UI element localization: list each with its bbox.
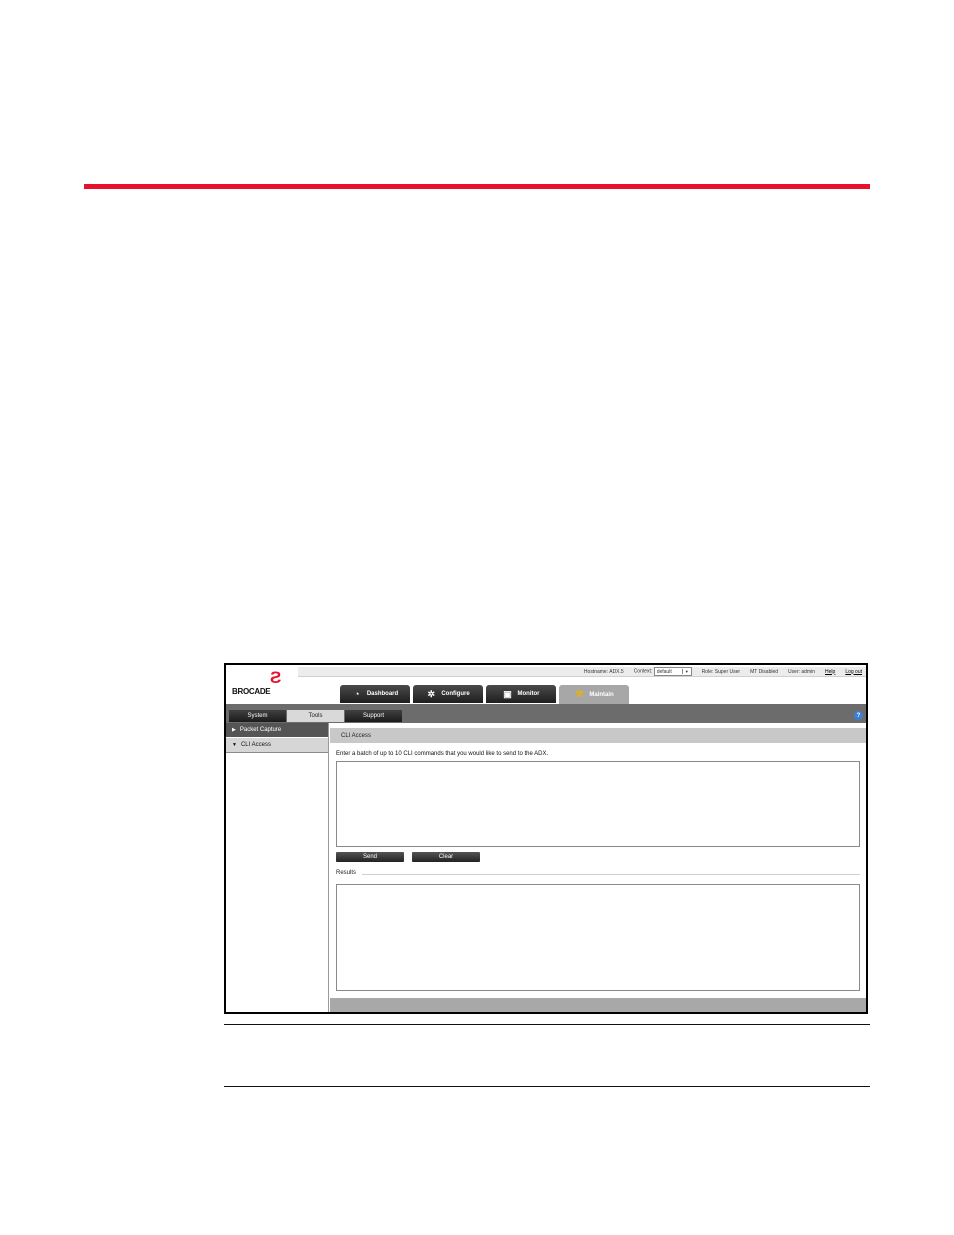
- sidebar: ▶ Packet Capture ▼ CLI Access: [226, 723, 329, 1012]
- app-window: Hostname: ADX.5 Context: default ▼ Role: …: [224, 663, 868, 1014]
- results-label: Results: [336, 870, 357, 876]
- context-select[interactable]: default ▼: [653, 667, 692, 676]
- tab-dashboard[interactable]: ◔ Dashboard: [340, 685, 410, 703]
- sidebar-item-packet-capture[interactable]: ▶ Packet Capture: [226, 723, 328, 738]
- chevron-down-icon: ▼: [681, 669, 691, 674]
- chevron-right-icon: ▶: [232, 727, 236, 733]
- hostname-info: Hostname: ADX.5: [583, 668, 624, 675]
- sub-tabs: System Tools Support: [229, 710, 402, 722]
- tab-monitor[interactable]: ▣ Monitor: [486, 685, 556, 703]
- status-bar: Hostname: ADX.5 Context: default ▼ Role: …: [298, 667, 866, 677]
- panel-title: CLI Access: [330, 728, 866, 743]
- context-info: Context: default ▼: [634, 667, 692, 676]
- main-content: CLI Access Enter a batch of up to 10 CLI…: [330, 723, 866, 1012]
- chapter-red-rule: [84, 184, 870, 189]
- caption-bottom-rule: [224, 1086, 870, 1087]
- results-divider: [362, 874, 860, 875]
- cli-commands-input[interactable]: [336, 761, 860, 847]
- panel-footer: [330, 998, 866, 1012]
- logout-link[interactable]: Log out: [845, 669, 862, 675]
- clear-button[interactable]: Clear: [412, 852, 480, 862]
- dashboard-icon: ◔: [354, 689, 360, 699]
- brocade-logo-mark-icon: Ƨ: [270, 668, 282, 687]
- subtab-system[interactable]: System: [229, 710, 286, 722]
- mt-status: MT Disabled: [750, 668, 779, 675]
- user-info: User: admin: [788, 668, 816, 675]
- help-icon[interactable]: ?: [854, 711, 863, 720]
- help-link[interactable]: Help: [825, 669, 835, 675]
- tools-icon: ⚒: [575, 689, 584, 699]
- main-tabs: ◔ Dashboard ✲ Configure ▣ Monitor ⚒ Main…: [340, 685, 629, 704]
- brocade-logo: Ƨ BROCADE: [232, 668, 282, 696]
- monitor-icon: ▣: [503, 688, 512, 699]
- instruction-text: Enter a batch of up to 10 CLI commands t…: [336, 751, 549, 757]
- send-button[interactable]: Send: [336, 852, 404, 862]
- subtab-tools[interactable]: Tools: [287, 710, 344, 722]
- role-info: Role: Super User: [701, 668, 741, 675]
- tab-configure[interactable]: ✲ Configure: [413, 685, 483, 703]
- results-output[interactable]: [336, 884, 860, 991]
- tab-maintain[interactable]: ⚒ Maintain: [559, 685, 629, 704]
- gear-icon: ✲: [427, 688, 436, 699]
- chevron-down-icon: ▼: [232, 742, 237, 748]
- sidebar-item-cli-access[interactable]: ▼ CLI Access: [226, 738, 328, 753]
- caption-top-rule: [224, 1024, 870, 1025]
- subtab-support[interactable]: Support: [345, 710, 402, 722]
